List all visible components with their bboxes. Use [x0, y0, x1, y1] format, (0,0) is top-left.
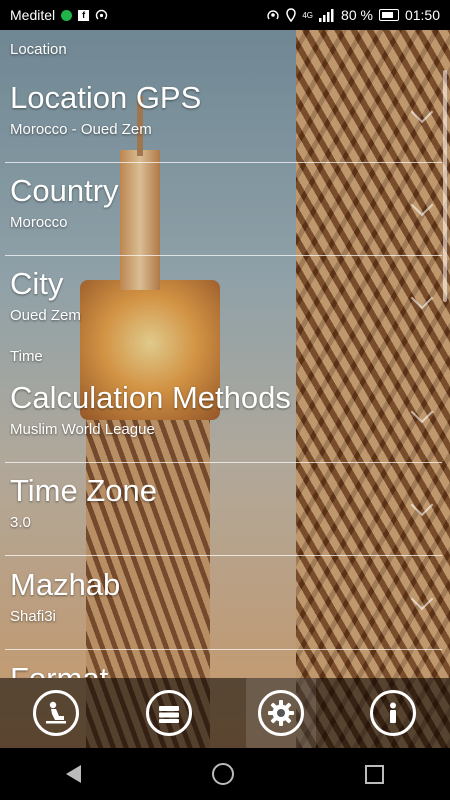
setting-title: Mazhab — [10, 567, 121, 602]
setting-title: Country — [10, 173, 119, 208]
tab-book[interactable] — [134, 678, 204, 748]
setting-value: Shafi3i — [10, 608, 56, 625]
section-header-time: Time — [10, 348, 43, 365]
tab-prayer[interactable] — [21, 678, 91, 748]
setting-title: Time Zone — [10, 473, 158, 508]
setting-value: Oued Zem — [10, 307, 81, 324]
location-icon — [286, 8, 297, 22]
settings-list[interactable]: Location Location GPS Morocco - Oued Zem… — [0, 30, 450, 678]
setting-title: Location GPS — [10, 80, 202, 115]
chevron-down-icon — [410, 400, 434, 424]
setting-time-zone[interactable]: Time Zone 3.0 — [5, 463, 442, 556]
scrollbar[interactable] — [443, 70, 447, 302]
section-header-location: Location — [10, 41, 67, 58]
setting-title: Calculation Methods — [10, 380, 291, 415]
setting-city[interactable]: City Oued Zem — [5, 256, 442, 349]
tab-settings[interactable] — [246, 678, 316, 748]
battery-percent: 80 % — [341, 7, 373, 23]
book-icon — [146, 690, 192, 736]
bottom-tab-bar — [0, 678, 450, 748]
chevron-down-icon — [410, 493, 434, 517]
tab-info[interactable] — [358, 678, 428, 748]
setting-location-gps[interactable]: Location GPS Morocco - Oued Zem — [5, 70, 442, 163]
setting-title: City — [10, 266, 64, 301]
setting-value: Morocco - Oued Zem — [10, 121, 152, 138]
setting-title: Format — [10, 661, 108, 678]
facebook-notification-icon: f — [78, 9, 90, 21]
status-bar: Meditel f 4G 80 % 01:50 — [0, 0, 450, 30]
info-icon — [370, 690, 416, 736]
setting-mazhab[interactable]: Mazhab Shafi3i — [5, 557, 442, 650]
setting-calculation-methods[interactable]: Calculation Methods Muslim World League — [5, 370, 442, 463]
chevron-down-icon — [410, 100, 434, 124]
chevron-down-icon — [410, 193, 434, 217]
signal-icon — [319, 8, 334, 22]
setting-country[interactable]: Country Morocco — [5, 163, 442, 256]
clock: 01:50 — [404, 7, 440, 23]
carrier-label: Meditel — [10, 7, 56, 23]
system-nav-bar — [0, 748, 450, 800]
setting-value: Muslim World League — [10, 421, 155, 438]
whatsapp-notification-icon — [61, 9, 73, 21]
hotspot-icon — [95, 9, 108, 19]
setting-format[interactable]: Format — [5, 651, 442, 678]
recents-icon[interactable] — [365, 764, 385, 784]
chevron-down-icon — [410, 587, 434, 611]
network-type-label: 4G — [302, 10, 314, 20]
settings-icon — [258, 690, 304, 736]
setting-value: 3.0 — [10, 514, 31, 531]
back-icon[interactable] — [65, 765, 81, 783]
hotspot-status-icon — [267, 10, 280, 20]
battery-icon — [378, 9, 399, 21]
home-icon[interactable] — [211, 763, 234, 785]
setting-value: Morocco — [10, 214, 68, 231]
prayer-icon — [33, 690, 79, 736]
chevron-down-icon — [410, 286, 434, 310]
